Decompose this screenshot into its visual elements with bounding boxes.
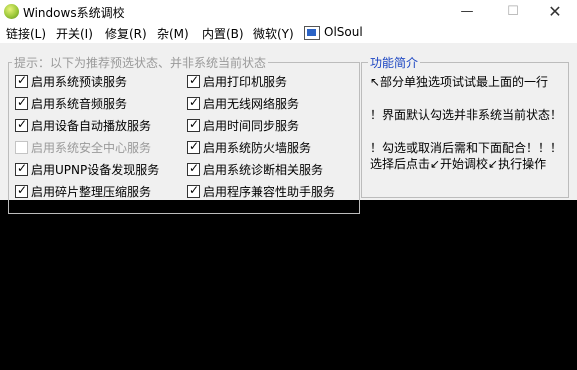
menu-repair[interactable]: 修复(R) bbox=[105, 25, 147, 42]
checkbox-label: 启用系统防火墙服务 bbox=[203, 141, 312, 155]
window-title: Windows系统调校 bbox=[23, 6, 125, 20]
checkbox-box[interactable] bbox=[15, 183, 28, 198]
menu-misc[interactable]: 杂(M) bbox=[157, 25, 189, 42]
checkbox-box[interactable] bbox=[187, 73, 200, 88]
checkbox-label: 启用设备自动播放服务 bbox=[31, 119, 152, 133]
checkbox-label: 启用系统诊断相关服务 bbox=[203, 163, 324, 177]
minimize-button[interactable]: — bbox=[444, 0, 490, 23]
info-line: ！勾选或取消后需和下面配合！！！ bbox=[370, 141, 563, 155]
checkbox-label: 启用打印机服务 bbox=[203, 75, 288, 89]
checkbox-box bbox=[15, 141, 28, 154]
close-button[interactable]: ✕ bbox=[532, 0, 577, 23]
menu-microsoft[interactable]: 微软(Y) bbox=[253, 25, 294, 42]
main-window: Windows系统调校 — ☐ ✕ 链接(L) 开关(I) 修复(R) 杂(M)… bbox=[0, 0, 577, 214]
checkbox-box[interactable] bbox=[15, 117, 28, 132]
options-group-legend: 提示：以下为推荐预选状态、并非系统当前状态 bbox=[12, 54, 269, 71]
checkbox-label: 启用时间同步服务 bbox=[203, 119, 300, 133]
maximize-button[interactable]: ☐ bbox=[490, 0, 536, 23]
checkbox-box[interactable] bbox=[15, 95, 28, 110]
checkbox-label: 启用系统音频服务 bbox=[31, 97, 128, 111]
checkbox-box[interactable] bbox=[187, 139, 200, 154]
checkbox-box[interactable] bbox=[187, 183, 200, 198]
checkbox-label: 启用无线网络服务 bbox=[203, 97, 300, 111]
checkbox-box[interactable] bbox=[187, 161, 200, 176]
menu-switches[interactable]: 开关(I) bbox=[56, 25, 93, 42]
checkbox-label: 启用系统预读服务 bbox=[31, 75, 128, 89]
checkbox-box[interactable] bbox=[15, 161, 28, 176]
flag-icon bbox=[304, 26, 320, 40]
menu-olsoul-label: OlSoul bbox=[324, 25, 363, 39]
checkbox-box[interactable] bbox=[187, 117, 200, 132]
title-bar: Windows系统调校 — ☐ ✕ bbox=[0, 0, 577, 23]
info-line: 选择后点击↙开始调校↙执行操作 bbox=[370, 157, 547, 171]
checkbox-label: 启用系统安全中心服务 bbox=[31, 141, 152, 155]
checkbox-box[interactable] bbox=[15, 73, 28, 88]
checkbox-label: 启用程序兼容性助手服务 bbox=[203, 185, 336, 199]
checkbox-label: 启用UPNP设备发现服务 bbox=[31, 163, 160, 177]
info-line: ！界面默认勾选并非系统当前状态！ bbox=[370, 108, 563, 122]
info-group-legend: 功能简介 bbox=[368, 54, 421, 71]
checkbox-box[interactable] bbox=[187, 95, 200, 110]
menu-builtin[interactable]: 内置(B) bbox=[202, 25, 244, 42]
checkbox-label: 启用碎片整理压缩服务 bbox=[31, 185, 152, 199]
info-line: ↖部分单独选项试试最上面的一行 bbox=[370, 75, 549, 89]
menu-links[interactable]: 链接(L) bbox=[6, 25, 46, 42]
app-icon bbox=[4, 4, 19, 19]
menu-bar: 链接(L) 开关(I) 修复(R) 杂(M) 内置(B) 微软(Y) OlSou… bbox=[0, 23, 577, 43]
